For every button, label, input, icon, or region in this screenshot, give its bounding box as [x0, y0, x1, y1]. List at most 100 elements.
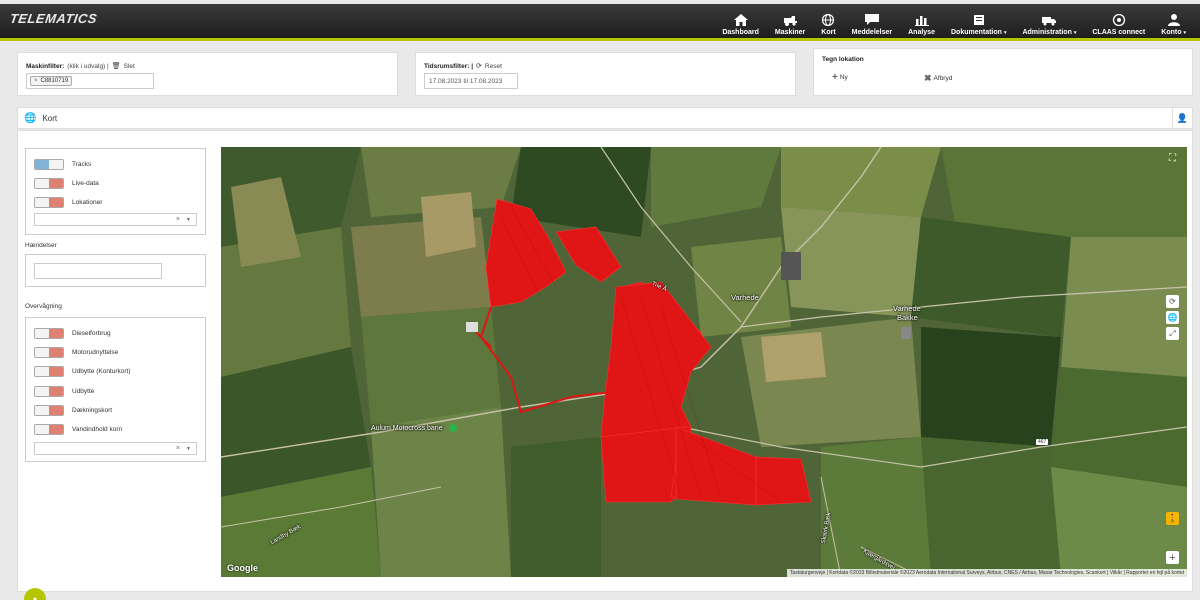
reset-time-button[interactable]: Reset	[485, 63, 502, 70]
monitor-label: Motorudnyttelse	[72, 349, 119, 356]
truck-icon	[1042, 17, 1057, 26]
user-settings-icon[interactable]: 👤	[1172, 108, 1192, 128]
nav-dokumentation[interactable]: Dokumentation ▾	[943, 4, 1014, 41]
toggle-switch[interactable]	[34, 347, 64, 358]
user-icon	[1167, 14, 1180, 26]
zoom-in-button[interactable]: +	[1166, 551, 1179, 564]
layers-box: Tracks Live-data Lokationer × ▼	[25, 148, 206, 235]
toggle-switch[interactable]	[34, 178, 64, 189]
nav-label: Analyse	[908, 29, 935, 36]
monitoring-select[interactable]: × ▼	[34, 442, 197, 455]
bar-chart-icon	[914, 16, 929, 26]
clear-icon[interactable]: ×	[176, 216, 180, 223]
location-select[interactable]: × ▼	[34, 213, 197, 226]
map-section-title: Kort	[42, 113, 58, 123]
main-nav: Dashboard Maskiner Kort Meddelelser Anal…	[714, 4, 1194, 41]
nav-label: CLAAS connect	[1092, 29, 1146, 36]
telematics-logo[interactable]: TELEMATICS	[9, 11, 98, 26]
machine-chip[interactable]: × C8810719	[30, 76, 73, 86]
map-imagery	[221, 147, 1187, 577]
refresh-icon[interactable]: ⟳	[476, 62, 482, 70]
events-label: Hændelser	[25, 242, 57, 249]
chevron-down-icon: ▾	[1003, 30, 1007, 36]
top-navbar: TELEMATICS Dashboard Maskiner Kort Medde…	[0, 4, 1200, 41]
town-label-varhede-bakke: Varhede Bakke	[893, 304, 921, 322]
nav-label: Konto	[1161, 29, 1182, 36]
chevron-down-icon: ▼	[186, 217, 191, 223]
toggle-switch[interactable]	[34, 424, 64, 435]
satellite-map[interactable]: Varhede Varhede Bakke Aulum Motocross ba…	[221, 147, 1187, 577]
cancel-location-button[interactable]: ✖ Afbryd	[924, 73, 952, 84]
new-location-label: Ny	[839, 74, 848, 81]
monitor-toggle-motorudnyttelse[interactable]: Motorudnyttelse	[34, 347, 118, 358]
refresh-map-button[interactable]: ⟳	[1166, 295, 1179, 308]
new-location-button[interactable]: + Ny	[832, 72, 848, 83]
toggle-switch[interactable]	[34, 159, 64, 170]
monitor-toggle-vandindhold-korn[interactable]: Vandindhold korn	[34, 424, 122, 435]
nav-konto[interactable]: Konto ▾	[1153, 4, 1194, 41]
monitor-toggle-dieselforbrug[interactable]: Dieselforbrug	[34, 328, 111, 339]
time-filter-panel: Tidsrumsfilter: | ⟳ Reset 17.08.2023 til…	[415, 52, 796, 96]
nav-label: Maskiner	[774, 29, 806, 36]
draw-location-title: Tegn lokation	[822, 56, 864, 63]
close-icon: ✖	[924, 73, 932, 83]
town-label-line: Bakke	[897, 313, 918, 322]
nav-label: Kort	[821, 29, 836, 36]
nav-label: Meddelelser	[851, 29, 893, 36]
fullscreen-button[interactable]: ⛶	[1166, 152, 1179, 165]
date-range-input[interactable]: 17.08.2023 til 17.08.2023	[424, 73, 518, 89]
monitor-toggle-udbytte-konturkort[interactable]: Udbytte (Konturkort)	[34, 366, 131, 377]
poi-label-motocross[interactable]: Aulum Motocross bane	[371, 425, 443, 432]
clear-icon[interactable]: ×	[176, 445, 180, 452]
toggle-switch[interactable]	[34, 405, 64, 416]
toggle-switch[interactable]	[34, 366, 64, 377]
delete-filter-button[interactable]: Slet	[124, 63, 135, 70]
remove-chip-icon[interactable]: ×	[34, 78, 38, 84]
map-type-button[interactable]: 🌐	[1166, 311, 1179, 324]
layer-toggle-live-data[interactable]: Live-data	[34, 178, 99, 189]
globe-icon	[822, 14, 835, 26]
road-number-badge: 467	[1036, 439, 1049, 445]
nav-dashboard[interactable]: Dashboard	[714, 4, 767, 41]
toggle-switch[interactable]	[34, 386, 64, 397]
layer-toggle-tracks[interactable]: Tracks	[34, 159, 91, 170]
toggle-switch[interactable]	[34, 328, 64, 339]
nav-label: Administration	[1022, 29, 1072, 36]
events-box	[25, 254, 206, 287]
toggle-switch[interactable]	[34, 197, 64, 208]
nav-label: Dashboard	[722, 29, 759, 36]
home-icon	[733, 14, 748, 26]
nav-claas-connect[interactable]: CLAAS connect	[1084, 4, 1153, 41]
nav-administration[interactable]: Administration ▾	[1014, 4, 1084, 41]
monitoring-box: Dieselforbrug Motorudnyttelse Udbytte (K…	[25, 317, 206, 462]
monitor-toggle-udbytte[interactable]: Udbytte	[34, 386, 94, 397]
draw-location-panel: Tegn lokation + Ny ✖ Afbryd	[813, 48, 1193, 96]
nav-label: Dokumentation	[950, 29, 1002, 36]
machine-select-input[interactable]: × C8810719	[26, 73, 154, 89]
layer-label: Lokationer	[72, 199, 103, 206]
nav-meddelelser[interactable]: Meddelelser	[844, 4, 900, 41]
layer-toggle-lokationer[interactable]: Lokationer	[34, 197, 102, 208]
cancel-location-label: Afbryd	[933, 75, 953, 82]
layer-label: Live-data	[72, 180, 99, 187]
machine-filter-panel: Maskinfilter: (klik i udvalg) | 🗑 Slet ×…	[17, 52, 398, 96]
nav-analyse[interactable]: Analyse	[900, 4, 943, 41]
nav-maskiner[interactable]: Maskiner	[767, 4, 813, 41]
monitor-toggle-daekningskort[interactable]: Dækningskort	[34, 405, 112, 416]
combine-harvester-icon	[784, 16, 798, 26]
street-view-pegman-icon[interactable]: 🚶	[1166, 512, 1179, 525]
monitor-label: Vandindhold korn	[72, 426, 123, 433]
map-attribution[interactable]: Tastaturgenveje | Kortdata ©2023 Billedm…	[786, 569, 1187, 577]
google-logo: Google	[227, 563, 258, 573]
nav-kort[interactable]: Kort	[813, 4, 843, 41]
monitor-label: Dieselforbrug	[72, 330, 111, 337]
town-label-line: Varhede	[893, 304, 921, 313]
layer-label: Tracks	[72, 161, 92, 168]
chevron-down-icon: ▾	[1073, 30, 1077, 36]
claas-connect-icon	[1112, 14, 1125, 26]
events-input[interactable]	[34, 263, 162, 279]
map-section-header: 🌐 Kort 👤	[17, 107, 1193, 129]
expand-map-button[interactable]: ⤢	[1166, 327, 1179, 340]
time-filter-label: Tidsrumsfilter: |	[424, 62, 474, 70]
trash-icon[interactable]: 🗑	[112, 62, 121, 70]
